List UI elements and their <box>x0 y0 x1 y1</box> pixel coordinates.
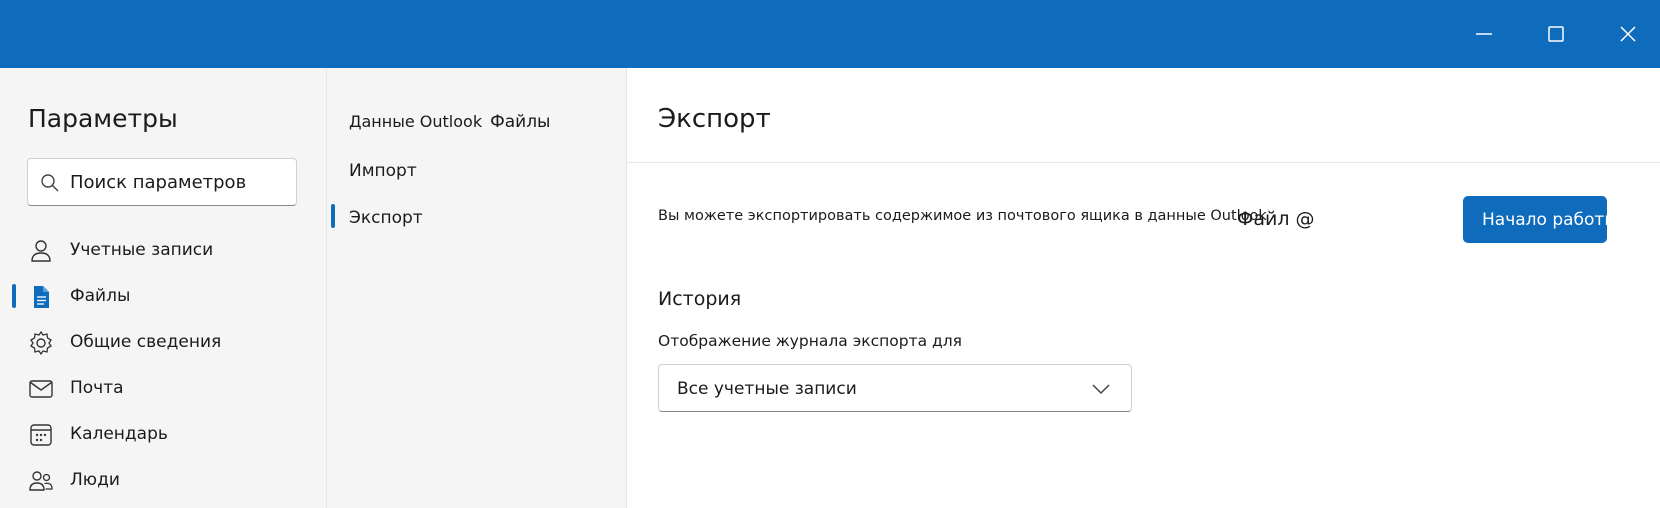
export-panel: Экспорт Вы можете экспортировать содержи… <box>627 68 1660 508</box>
search-input[interactable] <box>70 165 290 199</box>
document-icon <box>34 286 49 308</box>
nav-title: Параметры <box>28 104 178 133</box>
history-title: История <box>658 288 742 310</box>
nav-item-label: Почта <box>70 378 124 398</box>
title-bar <box>0 0 1660 68</box>
nav-item-label: Учетные записи <box>70 240 214 260</box>
people-icon <box>29 471 53 491</box>
nav-item-accounts[interactable]: Учетные записи <box>0 228 327 272</box>
search-box[interactable] <box>27 158 297 206</box>
gear-icon <box>30 330 52 356</box>
maximize-button[interactable] <box>1535 14 1577 54</box>
subnav-header: Данные Outlook Файлы <box>349 112 550 132</box>
mail-icon <box>29 380 53 398</box>
subnav-item-export[interactable]: Экспорт <box>349 208 423 228</box>
nav-item-label: Календарь <box>70 424 168 444</box>
minimize-button[interactable] <box>1463 14 1505 54</box>
divider <box>627 162 1660 163</box>
search-icon <box>41 174 59 192</box>
minimize-icon <box>1476 33 1492 35</box>
subnav-header-suffix: Файлы <box>490 112 551 132</box>
settings-nav: Параметры Учетные записи Файлы <box>0 68 327 508</box>
close-button[interactable] <box>1607 14 1649 54</box>
nav-item-label: Файлы <box>70 286 131 306</box>
nav-item-people[interactable]: Люди <box>0 458 327 502</box>
start-button[interactable]: Начало работы <box>1463 196 1607 243</box>
nav-item-mail[interactable]: Почта <box>0 366 327 410</box>
nav-item-calendar[interactable]: Календарь <box>0 412 327 456</box>
maximize-icon <box>1548 26 1564 42</box>
selected-indicator <box>331 204 335 228</box>
calendar-icon <box>30 424 52 446</box>
page-title: Экспорт <box>658 104 771 134</box>
chevron-down-icon <box>1092 384 1110 395</box>
export-description: Вы можете экспортировать содержимое из п… <box>658 208 1267 224</box>
nav-item-general[interactable]: Общие сведения <box>0 320 327 364</box>
files-subnav: Данные Outlook Файлы Импорт Экспорт <box>327 68 627 508</box>
subnav-item-import[interactable]: Импорт <box>349 161 417 181</box>
file-label: Файл @ <box>1237 208 1315 230</box>
nav-item-label: Общие сведения <box>70 332 222 352</box>
close-icon <box>1620 26 1636 42</box>
subnav-header-label: Данные Outlook <box>349 112 483 131</box>
nav-item-label: Люди <box>70 470 120 490</box>
select-value: Все учетные записи <box>677 379 857 399</box>
history-account-select[interactable]: Все учетные записи <box>658 364 1132 412</box>
person-icon <box>31 240 51 262</box>
nav-item-files[interactable]: Файлы <box>0 274 327 318</box>
history-label: Отображение журнала экспорта для <box>658 332 962 350</box>
